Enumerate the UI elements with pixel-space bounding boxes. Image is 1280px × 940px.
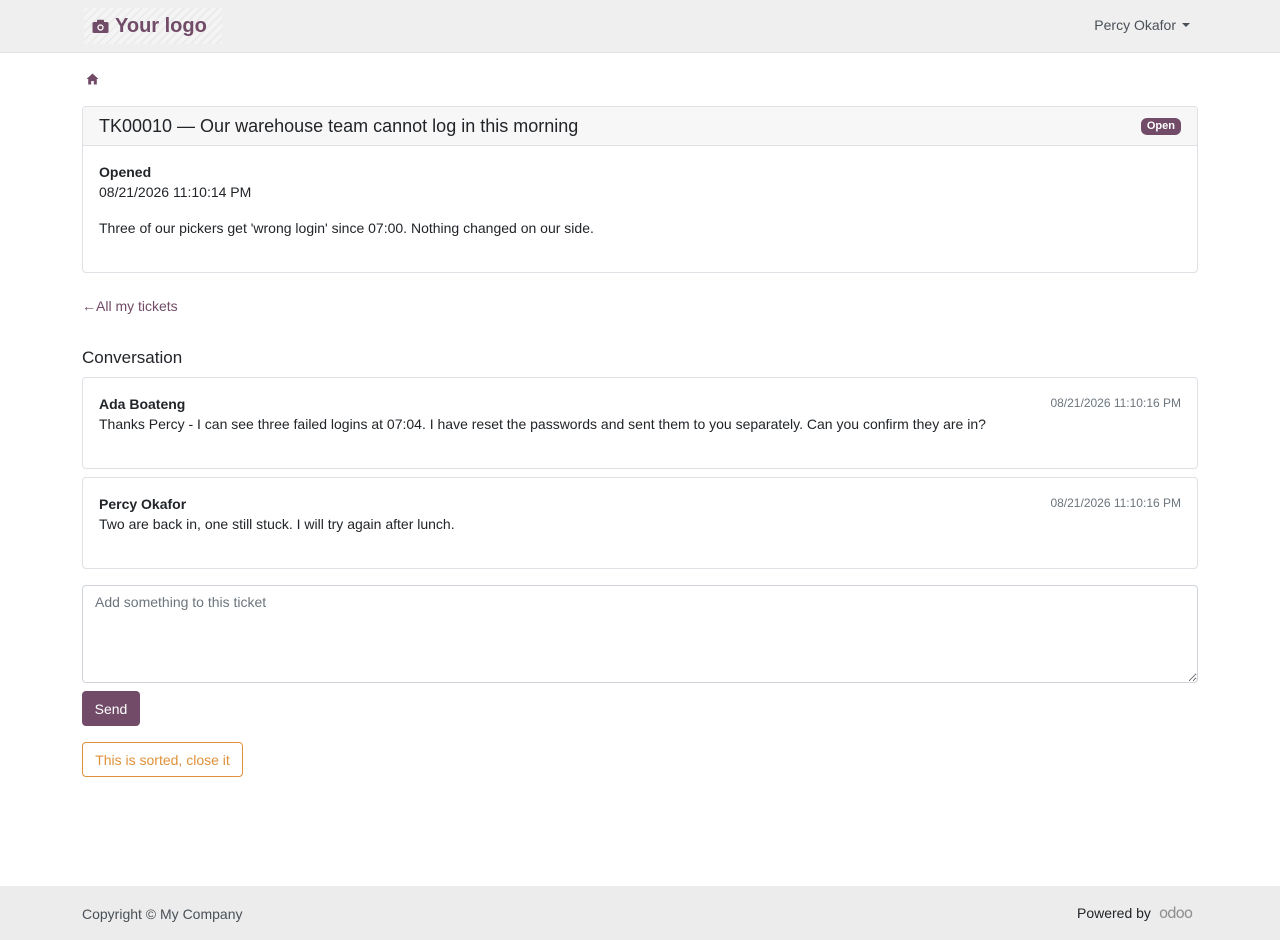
message-author: Percy Okafor bbox=[99, 496, 187, 512]
ticket-body: Opened 08/21/2026 11:10:14 PM Three of o… bbox=[83, 146, 1197, 254]
opened-label: Opened bbox=[99, 164, 152, 180]
close-ticket-button[interactable]: This is sorted, close it bbox=[82, 742, 243, 777]
footer: Copyright © My Company Powered by odoo bbox=[0, 886, 1280, 940]
message-body: Thanks Percy - I can see three failed lo… bbox=[99, 416, 986, 432]
opened-date: 08/21/2026 11:10:14 PM bbox=[99, 184, 252, 200]
ticket-title: TK00010 — Our warehouse team cannot log … bbox=[99, 115, 579, 136]
all-tickets-label: All my tickets bbox=[96, 298, 178, 314]
send-button[interactable]: Send bbox=[82, 691, 140, 726]
reply-textarea[interactable] bbox=[82, 585, 1198, 683]
user-menu-dropdown[interactable]: Percy Okafor bbox=[1094, 17, 1190, 33]
powered-by: Powered by odoo bbox=[1077, 904, 1193, 922]
status-badge: Open bbox=[1140, 117, 1181, 135]
message-author: Ada Boateng bbox=[99, 396, 186, 412]
breadcrumb-home-link[interactable] bbox=[86, 72, 99, 88]
odoo-logo[interactable]: odoo bbox=[1159, 904, 1193, 922]
ticket-header: TK00010 — Our warehouse team cannot log … bbox=[83, 107, 1197, 146]
user-name: Percy Okafor bbox=[1094, 17, 1176, 33]
all-tickets-link[interactable]: ←All my tickets bbox=[82, 298, 178, 314]
conversation-title: Conversation bbox=[82, 348, 183, 367]
powered-by-label: Powered by bbox=[1077, 905, 1151, 921]
message-item: Ada Boateng 08/21/2026 11:10:16 PM Thank… bbox=[82, 377, 1198, 469]
copyright-text: Copyright © My Company bbox=[82, 906, 243, 922]
message-body: Two are back in, one still stuck. I will… bbox=[99, 516, 455, 532]
logo-text: Your logo bbox=[115, 14, 207, 37]
ticket-description: Three of our pickers get 'wrong login' s… bbox=[99, 220, 594, 236]
top-navbar: Your logo Percy Okafor bbox=[0, 0, 1280, 53]
message-date: 08/21/2026 11:10:16 PM bbox=[1050, 396, 1181, 410]
camera-icon bbox=[92, 19, 109, 34]
ticket-card: TK00010 — Our warehouse team cannot log … bbox=[82, 106, 1198, 273]
arrow-left-icon: ← bbox=[82, 298, 96, 314]
message-item: Percy Okafor 08/21/2026 11:10:16 PM Two … bbox=[82, 477, 1198, 569]
company-logo[interactable]: Your logo bbox=[84, 8, 222, 44]
home-icon bbox=[86, 72, 99, 88]
caret-down-icon bbox=[1182, 23, 1190, 27]
message-date: 08/21/2026 11:10:16 PM bbox=[1050, 496, 1181, 510]
